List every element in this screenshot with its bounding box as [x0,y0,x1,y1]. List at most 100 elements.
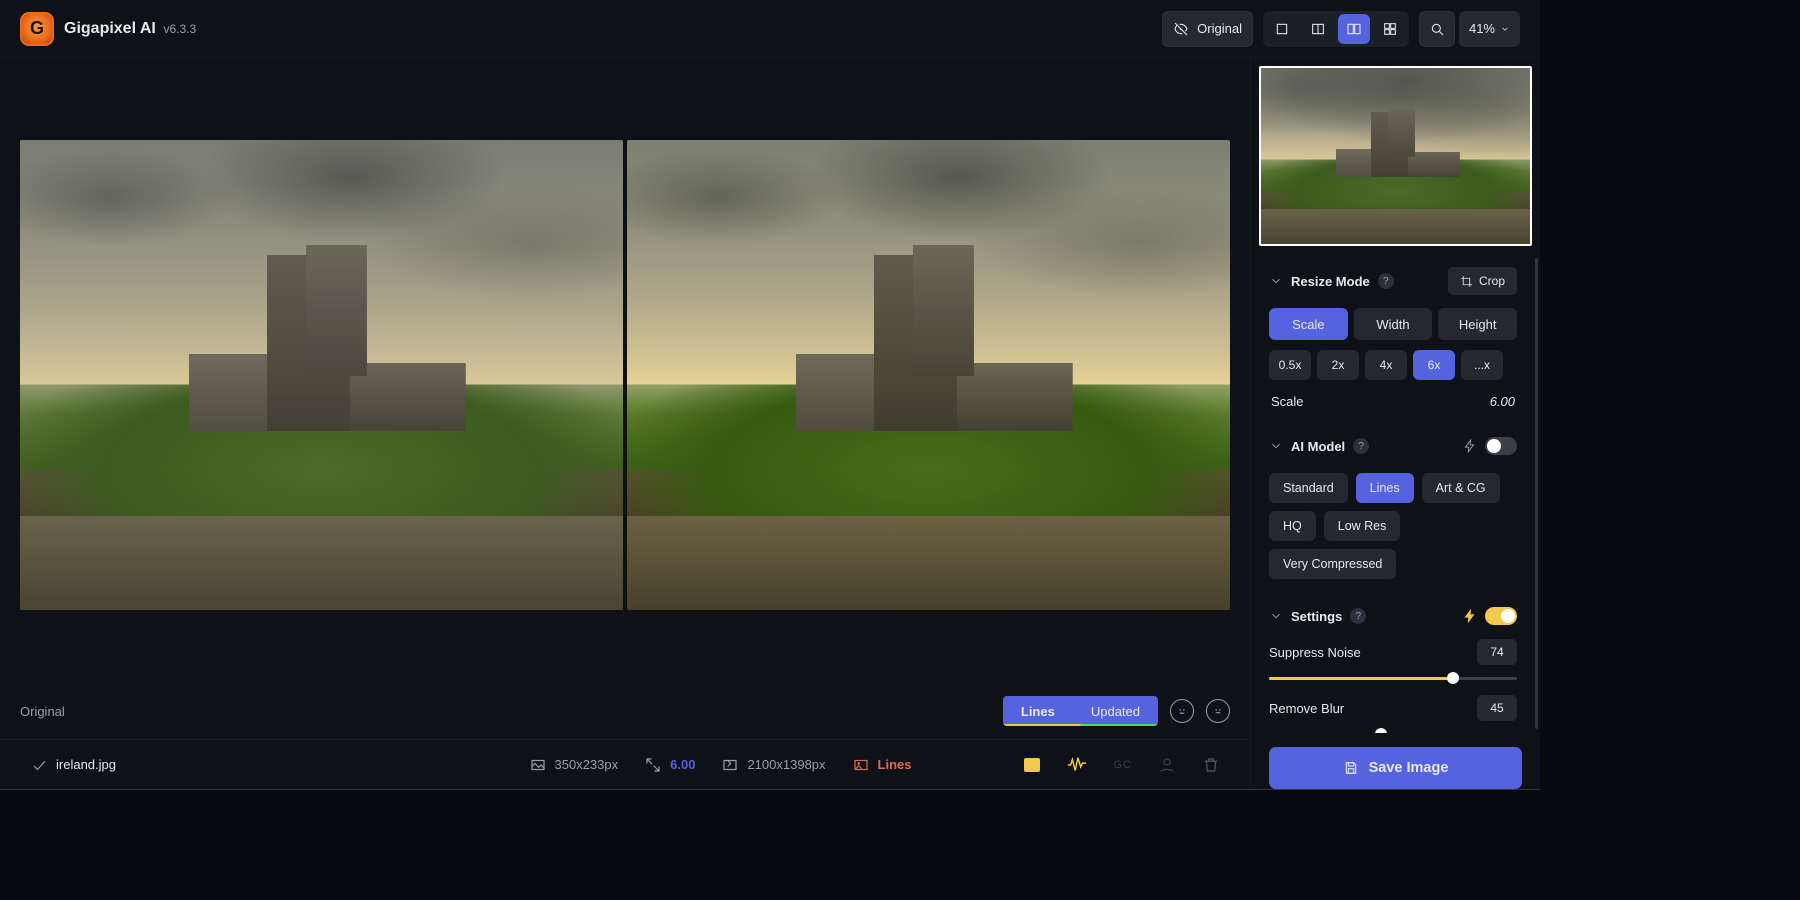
slider-remove-blur: Remove Blur 45 [1269,695,1517,733]
grid-icon [1382,21,1398,37]
model-standard[interactable]: Standard [1269,473,1348,503]
navigator-thumbnail[interactable] [1259,66,1532,246]
gc-label: GC [1114,759,1133,771]
zoom-fit-button[interactable] [1419,11,1455,47]
model-auto-toggle[interactable] [1485,437,1517,455]
resize-title: Resize Mode [1291,274,1370,289]
preset-0.5x[interactable]: 0.5x [1269,350,1311,380]
model-art-cg[interactable]: Art & CG [1422,473,1500,503]
color-swatch-icon[interactable] [1024,758,1040,772]
result-badge: Lines Updated [1003,696,1158,726]
original-toggle-button[interactable]: Original [1162,11,1253,47]
viewer-canvas[interactable] [0,58,1250,683]
square-icon [1274,21,1290,37]
smile-icon [1175,704,1189,718]
model-hq[interactable]: HQ [1269,511,1316,541]
filename: ireland.jpg [56,757,116,772]
sidebar: Resize Mode ? Crop Scale Width Height 0.… [1250,58,1540,789]
crop-button[interactable]: Crop [1448,267,1517,295]
orig-dims: 350x233px [529,756,619,774]
preset-2x[interactable]: 2x [1317,350,1359,380]
chevron-down-icon[interactable] [1269,609,1283,623]
view-side-by-side-button[interactable] [1338,14,1370,44]
slider-suppress-noise: Suppress Noise 74 [1269,639,1517,685]
output-size-icon [721,756,739,774]
scrollbar[interactable] [1535,258,1538,729]
eye-off-icon [1173,21,1189,37]
tab-width[interactable]: Width [1354,308,1433,340]
orig-dims-value: 350x233px [555,757,619,772]
settings-auto-toggle[interactable] [1485,607,1517,625]
help-icon[interactable]: ? [1350,608,1366,624]
out-dims: 2100x1398px [721,756,825,774]
section-ai-model: AI Model ? Standard Lines Art & CG HQ Low Re… [1251,419,1535,589]
file-item[interactable]: ireland.jpg [30,756,116,774]
noise-value: 74 [1477,639,1517,665]
tab-height[interactable]: Height [1438,308,1517,340]
viewer: Original Lines Updated [0,58,1250,739]
trash-icon[interactable] [1202,756,1220,774]
blur-slider[interactable] [1269,727,1517,733]
result-badge-model: Lines [1021,704,1055,719]
meh-icon [1211,704,1225,718]
viewer-footer: Original Lines Updated [0,683,1250,739]
model-low-res[interactable]: Low Res [1324,511,1401,541]
viewport-left-label: Original [20,704,991,719]
model-options: Standard Lines Art & CG HQ Low Res Very Compr… [1269,473,1517,579]
section-resize-mode: Resize Mode ? Crop Scale Width Height 0.… [1251,254,1535,419]
model-very-compressed[interactable]: Very Compressed [1269,549,1396,579]
view-mode-segment [1263,11,1409,47]
chevron-down-icon[interactable] [1269,274,1283,288]
feedback-happy-button[interactable] [1170,699,1194,723]
image-original [20,140,623,610]
app-window: G Gigapixel AI v6.3.3 Original [0,0,1540,790]
side-by-side-icon [1346,21,1362,37]
expand-icon [644,756,662,774]
person-icon[interactable] [1158,756,1176,774]
result-badge-status: Updated [1091,704,1140,719]
viewport-original[interactable] [20,140,623,610]
scale-key: Scale [1271,394,1304,409]
save-image-button[interactable]: Save Image [1269,747,1522,789]
resize-tabs: Scale Width Height [1269,308,1517,340]
bolt-icon [1463,609,1477,623]
main-area: Original Lines Updated [0,58,1250,789]
chevron-down-icon[interactable] [1269,439,1283,453]
save-icon [1343,760,1359,776]
crop-label: Crop [1479,274,1505,288]
file-bar: ireland.jpg 350x233px 6.00 2100x1398px [0,739,1250,789]
help-icon[interactable]: ? [1353,438,1369,454]
view-single-button[interactable] [1266,14,1298,44]
noise-slider[interactable] [1269,671,1517,685]
view-split-button[interactable] [1302,14,1334,44]
model-lines[interactable]: Lines [1356,473,1414,503]
scale-presets: 0.5x2x4x6x...x [1269,350,1517,380]
image-size-icon [529,756,547,774]
settings-title: Settings [1291,609,1342,624]
split-vertical-icon [1310,21,1326,37]
scale-value-display: 6.00 [1490,394,1515,409]
blur-label: Remove Blur [1269,701,1344,716]
preset-4x[interactable]: 4x [1365,350,1407,380]
header: G Gigapixel AI v6.3.3 Original [0,0,1540,58]
blur-value: 45 [1477,695,1517,721]
scale-info: 6.00 [644,756,695,774]
save-label: Save Image [1369,760,1449,776]
zoom-dropdown[interactable]: 41% [1459,11,1520,47]
model-info: Lines [852,756,912,774]
body: Original Lines Updated [0,58,1540,789]
feedback-neutral-button[interactable] [1206,699,1230,723]
section-settings: Settings ? Suppress Noise 74 [1251,589,1535,733]
view-grid-button[interactable] [1374,14,1406,44]
preset-6x[interactable]: 6x [1413,350,1455,380]
image-result [627,140,1230,610]
model-title: AI Model [1291,439,1345,454]
crop-icon [1460,275,1473,288]
viewport-result[interactable] [627,140,1230,610]
tab-scale[interactable]: Scale [1269,308,1348,340]
app-logo: G [20,12,54,46]
help-icon[interactable]: ? [1378,273,1394,289]
zoom-controls: 41% [1419,11,1520,47]
audio-waveform-icon[interactable] [1066,754,1088,776]
preset-...x[interactable]: ...x [1461,350,1503,380]
